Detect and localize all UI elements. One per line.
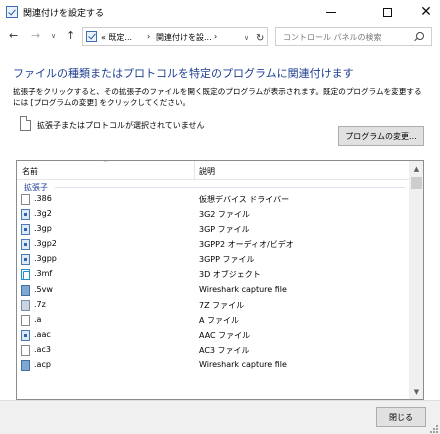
extension-name: .acp — [34, 360, 51, 370]
archive-file-icon — [21, 299, 30, 311]
close-button[interactable]: 閉じる — [376, 407, 426, 427]
search-input[interactable]: コントロール パネルの検索 — [275, 27, 432, 46]
back-button[interactable]: ← — [9, 29, 18, 42]
list-item[interactable]: .7z 7Z ファイル — [17, 298, 409, 313]
address-bar[interactable]: « 既定... › 関連付けを設... › ∨ ↻ — [82, 27, 268, 46]
media-file-icon — [21, 209, 30, 221]
associations-list[interactable]: 名前 ^ 説明 拡張子 .386 仮想デバイス ドライバー .3g2 3G2 ファイル… — [16, 160, 424, 400]
generic-file-icon — [21, 344, 30, 356]
extension-name: .a — [34, 314, 42, 324]
extension-name: .5vw — [34, 284, 53, 294]
maximize-button[interactable] — [366, 0, 408, 24]
change-program-button[interactable]: プログラムの変更... — [338, 126, 424, 146]
extension-name: .3mf — [34, 269, 53, 279]
extension-description: Wireshark capture file — [199, 284, 287, 294]
list-header: 名前 ^ 説明 — [17, 161, 409, 180]
page-description: 拡張子をクリックすると、その拡張子のファイルを開く既定のプログラムが表示されます… — [13, 87, 422, 107]
extension-description: AAC ファイル — [199, 330, 251, 340]
dialog-footer: 閉じる — [0, 400, 440, 434]
media-file-icon — [21, 239, 30, 251]
up-button[interactable]: ↑ — [66, 29, 75, 42]
extension-name: .aac — [34, 329, 51, 339]
list-item[interactable]: .3gp 3GP ファイル — [17, 222, 409, 237]
scroll-down-button[interactable]: ▼ — [409, 384, 423, 399]
scroll-thumb[interactable] — [411, 177, 422, 189]
extension-description: 7Z ファイル — [199, 300, 245, 310]
3d-object-icon — [21, 269, 30, 281]
generic-file-icon — [21, 194, 30, 205]
list-item[interactable]: .3gpp 3GPP ファイル — [17, 252, 409, 267]
navigation-bar: ← → ∨ ↑ « 既定... › 関連付けを設... › ∨ ↻ コントロール… — [0, 24, 440, 50]
recent-locations-dropdown[interactable]: ∨ — [51, 32, 56, 40]
extension-description: 仮想デバイス ドライバー — [199, 195, 290, 204]
set-associations-icon — [6, 6, 18, 18]
list-item[interactable]: .3gp2 3GPP2 オーディオ/ビデオ — [17, 237, 409, 252]
media-file-icon — [21, 224, 30, 236]
column-header-name[interactable]: 名前 — [22, 166, 38, 177]
breadcrumb-default-programs[interactable]: « 既定... — [101, 32, 132, 43]
extension-description: 3GP ファイル — [199, 225, 250, 235]
list-item[interactable]: .aac AAC ファイル — [17, 328, 409, 343]
selection-status: 拡張子またはプロトコルが選択されていません — [37, 121, 205, 130]
sort-ascending-icon: ^ — [103, 160, 109, 167]
list-item[interactable]: .3mf 3D オブジェクト — [17, 267, 409, 282]
extension-name: .3gpp — [34, 254, 57, 264]
media-file-icon — [21, 329, 30, 341]
extension-description: 3GPP ファイル — [199, 255, 255, 265]
extension-name: .3gp2 — [34, 239, 57, 249]
window-title: 関連付けを設定する — [23, 9, 105, 19]
breadcrumb-separator[interactable]: › — [147, 32, 150, 41]
maximize-icon — [382, 7, 392, 17]
list-item[interactable]: .a A ファイル — [17, 313, 409, 328]
list-item[interactable]: .386 仮想デバイス ドライバー — [17, 192, 409, 207]
breadcrumb-separator[interactable]: › — [214, 32, 217, 41]
extension-description: 3GPP2 オーディオ/ビデオ — [199, 240, 294, 250]
list-rows: .386 仮想デバイス ドライバー .3g2 3G2 ファイル .3gp 3GP ファイル… — [17, 192, 409, 373]
title-bar: 関連付けを設定する ✕ — [0, 0, 440, 24]
list-item[interactable]: .5vw Wireshark capture file — [17, 283, 409, 298]
extension-description: A ファイル — [199, 315, 240, 325]
minimize-icon — [326, 11, 336, 13]
extension-name: .386 — [34, 194, 52, 203]
extension-description: AC3 ファイル — [199, 345, 250, 355]
list-item[interactable]: .3g2 3G2 ファイル — [17, 207, 409, 222]
search-placeholder: コントロール パネルの検索 — [283, 33, 382, 42]
group-divider — [55, 187, 405, 188]
control-panel-icon — [86, 31, 97, 42]
extension-description: Wireshark capture file — [199, 360, 287, 370]
close-icon: ✕ — [420, 4, 432, 20]
extension-description: 3G2 ファイル — [199, 210, 250, 220]
column-header-description[interactable]: 説明 — [199, 166, 215, 177]
close-window-button[interactable]: ✕ — [405, 0, 440, 24]
list-item[interactable]: .acp Wireshark capture file — [17, 358, 409, 373]
list-item[interactable]: .ac3 AC3 ファイル — [17, 343, 409, 358]
generic-file-icon — [20, 116, 31, 131]
refresh-icon[interactable]: ↻ — [256, 33, 264, 44]
extension-description: 3D オブジェクト — [199, 270, 261, 280]
main-content: ファイルの種類またはプロトコルを特定のプログラムに関連付けます 拡張子をクリック… — [0, 50, 440, 400]
generic-file-icon — [21, 314, 30, 326]
resize-grip-icon[interactable] — [430, 425, 438, 433]
scroll-up-button[interactable]: ▲ — [409, 161, 423, 176]
page-title: ファイルの種類またはプロトコルを特定のプログラムに関連付けます — [13, 67, 354, 80]
column-divider[interactable] — [194, 161, 195, 180]
wireshark-file-icon — [21, 360, 30, 372]
extension-name: .3g2 — [34, 209, 52, 219]
vertical-scrollbar[interactable]: ▲ ▼ — [409, 161, 423, 399]
minimize-button[interactable] — [310, 0, 352, 24]
media-file-icon — [21, 254, 30, 266]
extension-name: .3gp — [34, 224, 52, 234]
search-icon — [416, 32, 424, 40]
wireshark-file-icon — [21, 284, 30, 296]
extension-name: .ac3 — [34, 344, 51, 354]
forward-button[interactable]: → — [31, 29, 40, 42]
extension-name: .7z — [34, 299, 46, 309]
address-dropdown-icon[interactable]: ∨ — [244, 34, 249, 42]
breadcrumb-set-associations[interactable]: 関連付けを設... — [156, 32, 212, 43]
